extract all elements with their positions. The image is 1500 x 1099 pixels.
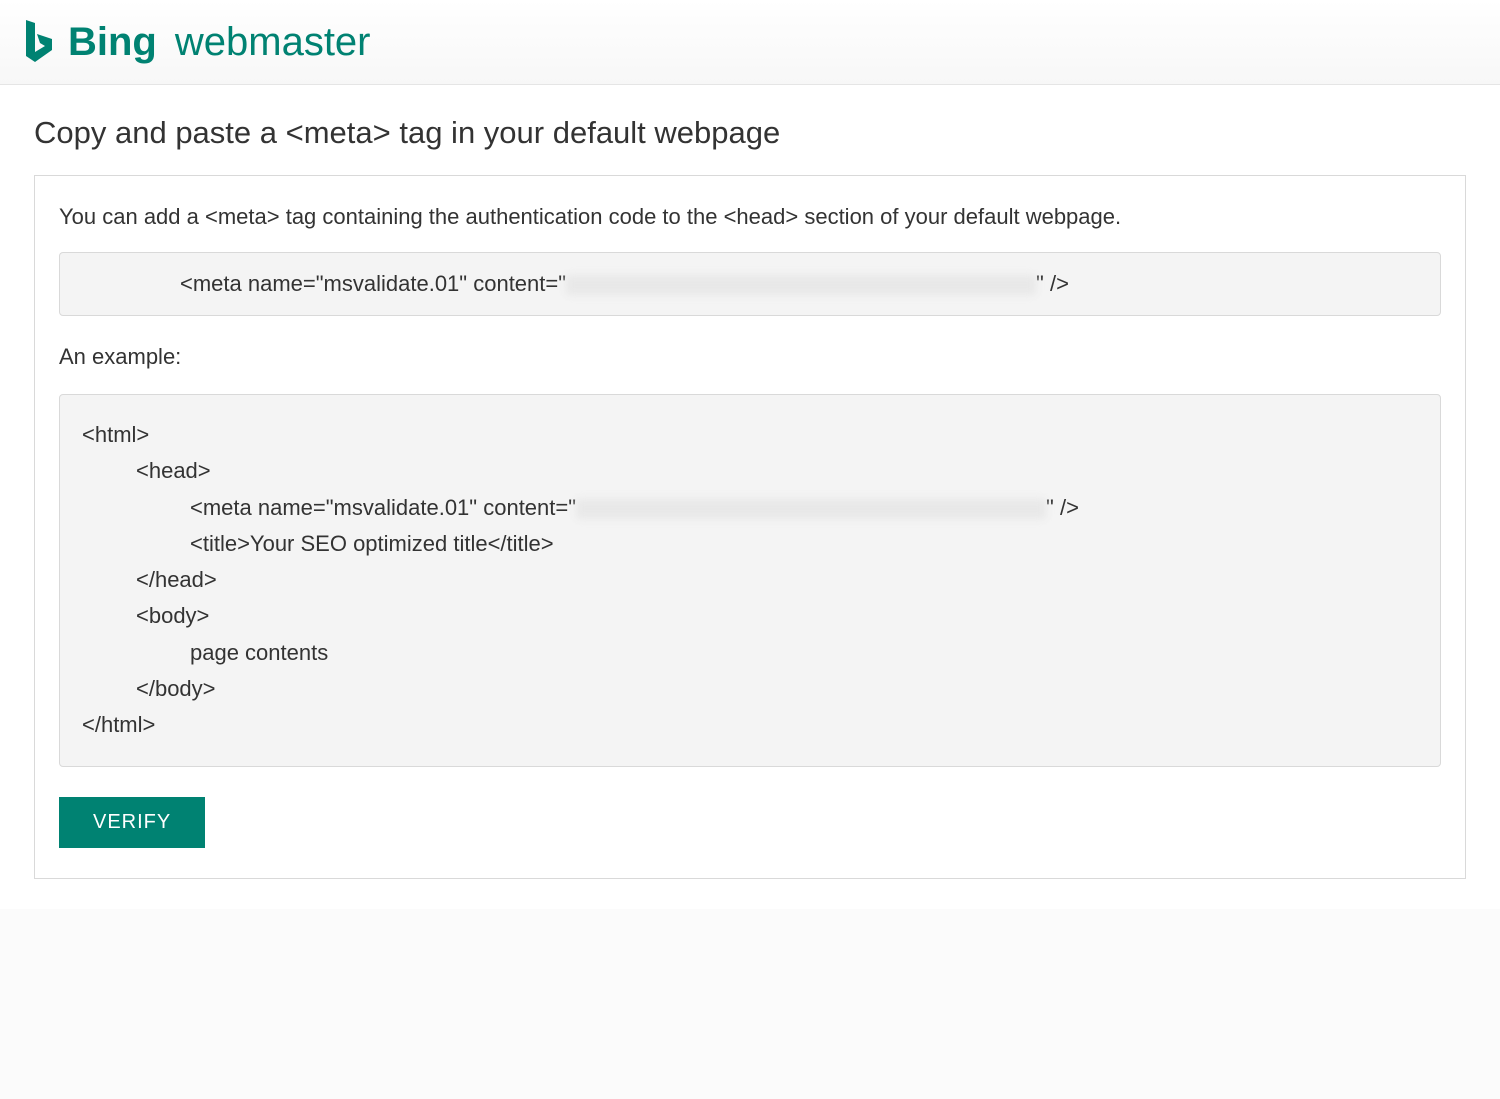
meta-example-suffix: " /> [1046,495,1079,520]
verify-button[interactable]: VERIFY [59,797,205,848]
section-title: Copy and paste a <meta> tag in your defa… [34,115,1466,151]
bing-icon [20,18,58,66]
example-code-block: <html> <head> <meta name="msvalidate.01"… [59,394,1441,767]
meta-example-prefix: <meta name="msvalidate.01" content=" [190,495,576,520]
verification-card: You can add a <meta> tag containing the … [34,175,1466,879]
code-line: <title>Your SEO optimized title</title> [82,526,1418,562]
example-label: An example: [59,344,1441,370]
code-line: <head> [82,453,1418,489]
brand-text: Bing [68,20,157,65]
product-text: webmaster [175,20,371,65]
code-line: <meta name="msvalidate.01" content="XXXX… [82,490,1418,526]
code-line: page contents [82,635,1418,671]
page-header: Bing webmaster [0,0,1500,85]
redacted-content: XXXXXXXXXXXXXXXXXXXXXXXXXXXXXXXX [566,275,1036,295]
code-line: <html> [82,417,1418,453]
intro-text: You can add a <meta> tag containing the … [59,204,1441,230]
redacted-content: XXXXXXXXXXXXXXXXXXXXXXXXXXXXXXXX [576,499,1046,519]
code-line: <body> [82,598,1418,634]
code-line: </html> [82,707,1418,743]
main-content: Copy and paste a <meta> tag in your defa… [0,85,1500,909]
bing-logo: Bing [20,18,157,66]
meta-suffix: " /> [1036,271,1069,296]
meta-prefix: <meta name="msvalidate.01" content=" [180,271,566,296]
code-line: </head> [82,562,1418,598]
meta-tag-code[interactable]: <meta name="msvalidate.01" content="XXXX… [59,252,1441,316]
code-line: </body> [82,671,1418,707]
